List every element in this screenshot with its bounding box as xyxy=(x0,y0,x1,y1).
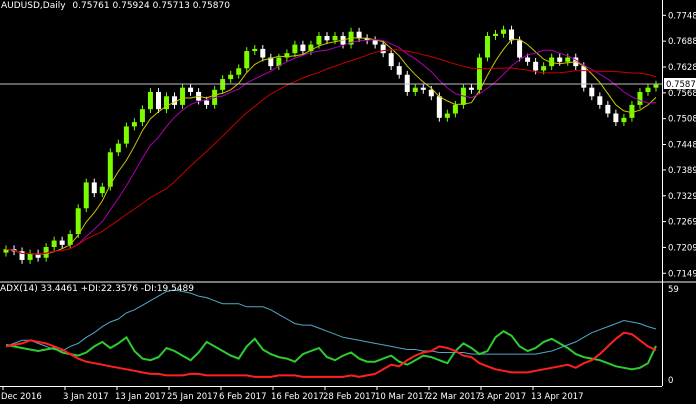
candle-body xyxy=(645,87,651,92)
candle-body xyxy=(452,104,458,114)
candle-body xyxy=(493,33,499,36)
candle-body xyxy=(476,57,482,90)
candle-body xyxy=(147,91,153,110)
ohlc-high: 0.75924 xyxy=(112,1,150,11)
time-tick-label: 6 Feb 2017 xyxy=(219,392,267,402)
candle-body xyxy=(99,186,105,194)
time-tick-label: 3 Jan 2017 xyxy=(63,392,109,402)
candle-body xyxy=(509,29,515,41)
candle-body xyxy=(123,126,129,144)
symbol-label: AUDUSD,Daily xyxy=(1,1,66,11)
candle-body xyxy=(396,66,402,75)
candle-body xyxy=(501,29,507,34)
candle-body xyxy=(444,113,450,118)
candle-body xyxy=(557,57,563,62)
candle-body xyxy=(131,122,137,127)
price-tick-label: 0.71490 xyxy=(668,269,696,279)
time-tick-label: 3 Apr 2017 xyxy=(479,392,526,402)
candle-body xyxy=(332,35,338,41)
time-tick-label: Dec 2016 xyxy=(1,392,42,402)
candle-body xyxy=(605,104,611,114)
time-tick-label: 22 Mar 2017 xyxy=(427,392,481,402)
candle-body xyxy=(468,87,474,90)
price-tick-label: 0.74480 xyxy=(668,141,696,151)
candle-body xyxy=(204,100,210,105)
price-tick-label: 0.72090 xyxy=(668,243,696,253)
candle-body xyxy=(75,208,81,235)
candle-body xyxy=(372,40,378,45)
candle-body xyxy=(252,48,258,52)
candle-body xyxy=(621,117,627,123)
candle-body xyxy=(653,84,659,88)
candle-body xyxy=(517,40,523,58)
candle-body xyxy=(244,51,250,69)
price-tick-label: 0.77480 xyxy=(668,11,696,21)
ohlc-open: 0.75761 xyxy=(72,1,110,11)
candle-body xyxy=(589,87,595,97)
candle-body xyxy=(380,44,386,54)
ohlc-close: 0.75870 xyxy=(192,1,230,11)
candle-body xyxy=(188,87,194,92)
candle-body xyxy=(388,53,394,67)
candle-body xyxy=(292,44,298,54)
candle-body xyxy=(260,48,266,58)
price-tick-label: 0.76280 xyxy=(668,63,696,73)
candle-body xyxy=(484,35,490,58)
price-tick-label: 0.73290 xyxy=(668,192,696,202)
candle-body xyxy=(115,143,121,153)
indicator-header: ADX(14) 33.4461 +DI:22.3576 -DI:19.5489 xyxy=(0,284,194,294)
candle-body xyxy=(83,182,89,209)
candle-body xyxy=(228,74,234,80)
ohlc-low: 0.75713 xyxy=(152,1,190,11)
candle-body xyxy=(597,96,603,105)
time-tick-label: 28 Feb 2017 xyxy=(323,392,376,402)
candle-body xyxy=(420,87,426,90)
candle-body xyxy=(180,87,186,105)
candle-body xyxy=(236,68,242,75)
candle-body xyxy=(533,61,539,71)
candle-body xyxy=(51,240,57,248)
candle-body xyxy=(139,109,145,123)
time-tick-label: 25 Jan 2017 xyxy=(167,392,218,402)
candle-body xyxy=(404,74,410,92)
candle-body xyxy=(525,57,531,62)
candle-body xyxy=(637,91,643,105)
candle-body xyxy=(565,57,571,62)
candle-body xyxy=(428,89,434,97)
candle-body xyxy=(300,44,306,52)
candle-body xyxy=(27,253,33,260)
price-tick-label: 0.72690 xyxy=(668,218,696,228)
candle-body xyxy=(541,66,547,71)
time-tick-label: 13 Apr 2017 xyxy=(531,392,584,402)
candle-body xyxy=(613,113,619,123)
candle-body xyxy=(91,182,97,194)
candle-body xyxy=(412,87,418,92)
candle-body xyxy=(324,35,330,41)
indicator-top-tick: 59 xyxy=(668,285,679,295)
candle-body xyxy=(316,35,322,45)
indicator-bottom-tick: 0 xyxy=(668,376,673,386)
price-tick-label: 0.75080 xyxy=(668,115,696,125)
price-tick-label: 0.73890 xyxy=(668,166,696,176)
time-tick-label: 16 Feb 2017 xyxy=(271,392,324,402)
symbol-header: AUDUSD,Daily 0.75761 0.75924 0.75713 0.7… xyxy=(1,1,230,11)
price-tick-label: 0.76880 xyxy=(668,37,696,47)
candle-body xyxy=(155,91,161,110)
chart-root: 0.75870 0.77480 0.76880 0.76280 0.75680 0.75… xyxy=(0,0,696,404)
time-tick-label: 10 Mar 2017 xyxy=(375,392,429,402)
candle-body xyxy=(629,104,635,118)
candle-body xyxy=(356,31,362,39)
candle-body xyxy=(59,240,65,245)
time-tick-label: 13 Jan 2017 xyxy=(115,392,166,402)
price-tick-label: 0.75680 xyxy=(668,89,696,99)
candle-body xyxy=(436,96,442,118)
